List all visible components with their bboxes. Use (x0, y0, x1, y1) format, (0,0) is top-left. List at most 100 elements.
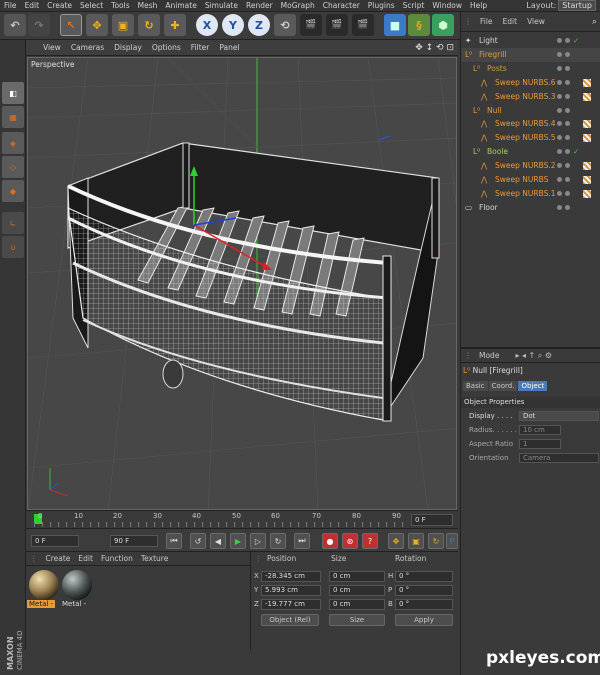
menu-character[interactable]: Character (319, 1, 364, 10)
editor-visibility-dot[interactable] (557, 51, 562, 57)
size-x-field[interactable]: 0 cm (329, 571, 385, 582)
array-icon[interactable]: ⬢ (432, 14, 454, 36)
object-row[interactable]: ⋀ Sweep NURBS.1 (461, 187, 600, 201)
scale-icon[interactable]: ▣ (112, 14, 134, 36)
render-visibility-dot[interactable] (565, 79, 570, 85)
polygons-mode-icon[interactable]: ◆ (2, 180, 24, 202)
menu-select[interactable]: Select (76, 1, 107, 10)
size-y-field[interactable]: 0 cm (329, 585, 385, 596)
menu-file[interactable]: File (0, 1, 21, 10)
material-swatch-2[interactable] (62, 570, 92, 600)
editor-visibility-dot[interactable] (557, 93, 562, 99)
orientation-dropdown[interactable]: Camera (519, 453, 599, 463)
object-name[interactable]: Null (487, 104, 502, 118)
display-dropdown[interactable]: Dot (519, 411, 599, 421)
object-menu-edit[interactable]: Edit (498, 17, 523, 26)
object-name[interactable]: Sweep NURBS.4 (495, 117, 556, 131)
object-name[interactable]: Sweep NURBS (495, 173, 548, 187)
workplane-icon[interactable]: ∟ (2, 212, 24, 234)
viewport-menu-cameras[interactable]: Cameras (66, 43, 109, 52)
object-name[interactable]: Posts (487, 62, 507, 76)
object-name[interactable]: Floor (479, 201, 498, 215)
object-row[interactable]: ▭ Floor (461, 201, 600, 215)
object-name[interactable]: Boole (487, 145, 508, 159)
editor-visibility-dot[interactable] (557, 121, 562, 127)
object-row[interactable]: ⋀ Sweep NURBS.4 (461, 117, 600, 131)
render-visibility-dot[interactable] (565, 51, 570, 57)
nurbs-icon[interactable]: § (408, 14, 430, 36)
z-axis-button[interactable]: Z (248, 14, 270, 36)
record-keys-icon[interactable]: ● (322, 533, 338, 549)
edges-mode-icon[interactable]: ◇ (2, 156, 24, 178)
size-z-field[interactable]: 0 cm (329, 599, 385, 610)
editor-visibility-dot[interactable] (557, 79, 562, 85)
menu-tools[interactable]: Tools (107, 1, 133, 10)
redo-icon[interactable]: ↷ (28, 14, 50, 36)
key-position-icon[interactable]: ✥ (388, 533, 404, 549)
render-visibility-dot[interactable] (565, 38, 570, 43)
key-rotation-icon[interactable]: ↻ (428, 533, 444, 549)
object-name[interactable]: Sweep NURBS.6 (495, 76, 556, 90)
object-row[interactable]: L⁰ Posts (461, 62, 600, 76)
play-icon[interactable]: ▶ (230, 533, 246, 549)
aspect-ratio-field[interactable]: 1 (519, 439, 561, 449)
menu-window[interactable]: Window (428, 1, 466, 10)
menu-script[interactable]: Script (399, 1, 429, 10)
material-tag-icon[interactable] (583, 176, 591, 184)
editor-visibility-dot[interactable] (557, 38, 562, 43)
material-menu-texture[interactable]: Texture (137, 554, 172, 563)
x-axis-button[interactable]: X (196, 14, 218, 36)
go-to-start-icon[interactable]: ⏮ (166, 533, 182, 549)
coordinate-system-icon[interactable]: ⟲ (274, 14, 296, 36)
menu-edit[interactable]: Edit (21, 1, 44, 10)
object-row[interactable]: L⁰ Null (461, 104, 600, 118)
editor-visibility-dot[interactable] (557, 65, 562, 71)
go-to-end-icon[interactable]: ⏭ (294, 533, 310, 549)
material-menu-function[interactable]: Function (97, 554, 137, 563)
menu-mograph[interactable]: MoGraph (277, 1, 319, 10)
object-row[interactable]: ⋀ Sweep NURBS.2 (461, 159, 600, 173)
material-swatch-1[interactable] (29, 570, 59, 600)
object-menu-view[interactable]: View (522, 17, 550, 26)
viewport-menu-filter[interactable]: Filter (186, 43, 215, 52)
auto-key-icon[interactable]: ⊛ (342, 533, 358, 549)
next-key-icon[interactable]: ↻ (270, 533, 286, 549)
menu-plugins[interactable]: Plugins (364, 1, 399, 10)
menu-simulate[interactable]: Simulate (201, 1, 242, 10)
render-picture-viewer-icon[interactable]: 🎬 (326, 14, 348, 36)
render-visibility-dot[interactable] (565, 190, 570, 196)
render-visibility-dot[interactable] (565, 177, 570, 182)
editor-visibility-dot[interactable] (557, 204, 562, 210)
object-row[interactable]: L⁰ Firegrill (461, 47, 600, 62)
render-settings-icon[interactable]: 🎬 (352, 14, 374, 36)
material-menu-create[interactable]: Create (42, 554, 75, 563)
object-name[interactable]: Firegrill (479, 48, 506, 62)
object-name[interactable]: Light (479, 34, 498, 48)
render-visibility-dot[interactable] (565, 93, 570, 99)
end-frame-field[interactable]: 90 F (110, 535, 158, 547)
object-menu-file[interactable]: File (475, 17, 498, 26)
material-tag-icon[interactable] (583, 189, 591, 198)
apply-button[interactable]: Apply (395, 614, 453, 626)
tab-coord[interactable]: Coord. (488, 381, 518, 391)
render-visibility-dot[interactable] (565, 163, 570, 169)
live-select-icon[interactable]: ↖ (60, 14, 82, 36)
object-row[interactable]: ⋀ Sweep NURBS.3 (461, 90, 600, 104)
render-view-icon[interactable]: 🎬 (300, 14, 322, 36)
start-frame-field[interactable]: 0 F (31, 535, 79, 547)
material-tag-icon[interactable] (583, 162, 591, 171)
rot-h-field[interactable]: 0 ° (395, 571, 453, 582)
size-mode-dropdown[interactable]: Size (329, 614, 385, 626)
next-frame-icon[interactable]: ▷ (250, 533, 266, 549)
cube-primitive-icon[interactable]: ■ (384, 14, 406, 36)
object-search-icon[interactable]: ⌕ (592, 17, 600, 27)
pos-z-field[interactable]: -19.777 cm (261, 599, 321, 610)
menu-render[interactable]: Render (242, 1, 277, 10)
menu-animate[interactable]: Animate (161, 1, 200, 10)
material-tag-icon[interactable] (583, 134, 591, 143)
coordinate-mode-dropdown[interactable]: Object (Rel) (261, 614, 319, 626)
menu-help[interactable]: Help (466, 1, 491, 10)
viewport-menu-panel[interactable]: Panel (214, 43, 244, 52)
y-axis-button[interactable]: Y (222, 14, 244, 36)
attribute-mode-menu[interactable]: Mode (475, 351, 503, 360)
